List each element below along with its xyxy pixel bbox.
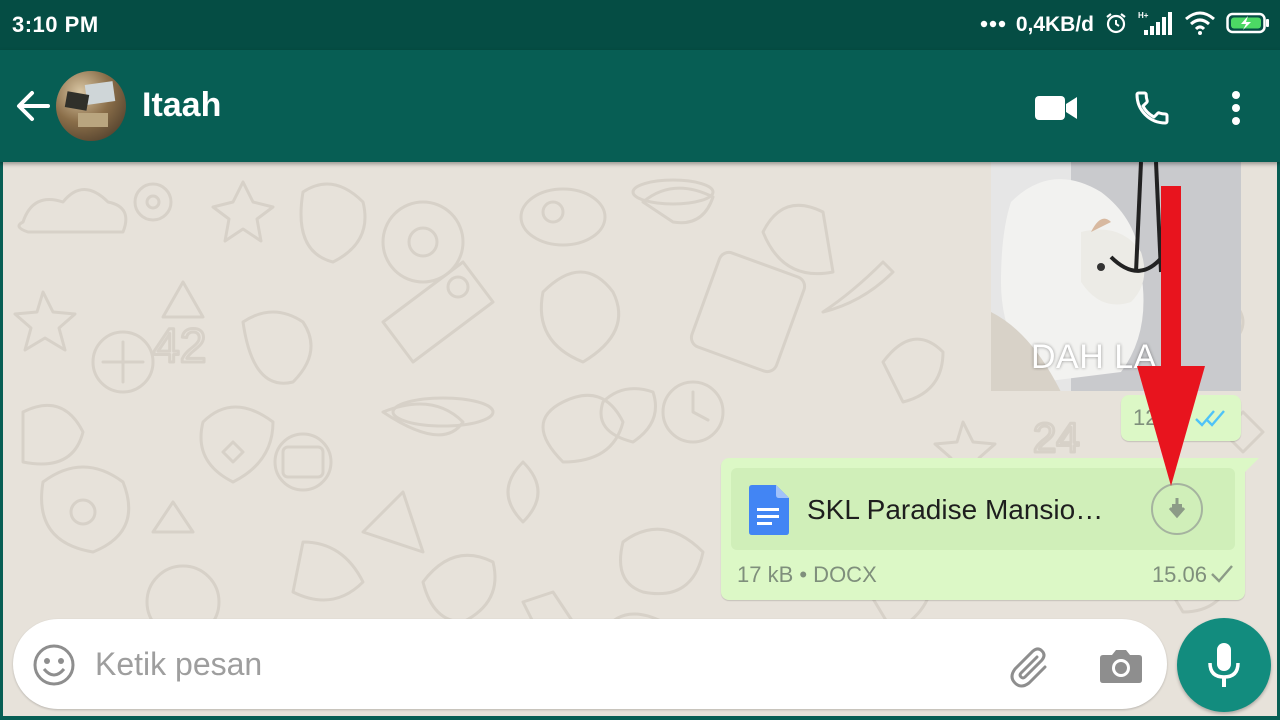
- message-input[interactable]: [95, 639, 975, 689]
- status-bar: 3:10 PM 0,4KB/d H+: [0, 0, 1280, 50]
- message-composer: [13, 619, 1167, 709]
- document-file-meta: 17 kB • DOCX: [737, 562, 877, 587]
- arrow-left-icon: [17, 91, 50, 121]
- single-check-icon: [1211, 565, 1233, 583]
- svg-text:42: 42: [153, 320, 206, 373]
- svg-text:24: 24: [1033, 414, 1080, 461]
- more-vert-icon: [1232, 91, 1240, 125]
- attach-button[interactable]: [1007, 641, 1055, 689]
- alarm-icon: [1104, 11, 1128, 40]
- document-file-name: SKL Paradise Mansio…: [807, 494, 1104, 525]
- network-speed: 0,4KB/d: [1015, 13, 1094, 36]
- microphone-icon: [1208, 643, 1240, 687]
- emoji-button[interactable]: [31, 642, 77, 688]
- signal-icon: H+: [1138, 10, 1174, 41]
- paperclip-icon: [1010, 647, 1047, 688]
- message-time: 15.06: [1151, 562, 1207, 587]
- status-icons: 0,4KB/d H+: [980, 8, 1270, 42]
- voice-record-button[interactable]: [1177, 618, 1271, 712]
- video-call-button[interactable]: [1032, 84, 1080, 132]
- voice-call-button[interactable]: [1128, 84, 1176, 132]
- red-arrow-annotation: [1137, 186, 1205, 486]
- avatar[interactable]: [56, 71, 126, 141]
- chat-area[interactable]: 42 24 DAH LA SKL Paradise Mansio… 17 kB …: [3, 162, 1277, 716]
- download-icon: [1168, 498, 1186, 519]
- more-options-button[interactable]: [1212, 84, 1260, 132]
- dots-icon: [980, 16, 1006, 34]
- svg-text:H+: H+: [1138, 11, 1149, 20]
- download-button[interactable]: [1151, 483, 1203, 535]
- emoji-icon: [33, 644, 75, 686]
- wifi-icon: [1184, 11, 1216, 40]
- back-button[interactable]: [12, 84, 56, 128]
- chat-header: Itaah: [0, 50, 1280, 162]
- camera-icon: [1100, 650, 1142, 683]
- status-time: 3:10 PM: [12, 12, 99, 37]
- phone-icon: [1135, 91, 1169, 125]
- video-call-icon: [1035, 96, 1077, 120]
- camera-button[interactable]: [1097, 641, 1145, 689]
- contact-name[interactable]: Itaah: [142, 86, 221, 125]
- battery-charging-icon: [1226, 11, 1270, 40]
- docs-file-icon: [749, 485, 789, 535]
